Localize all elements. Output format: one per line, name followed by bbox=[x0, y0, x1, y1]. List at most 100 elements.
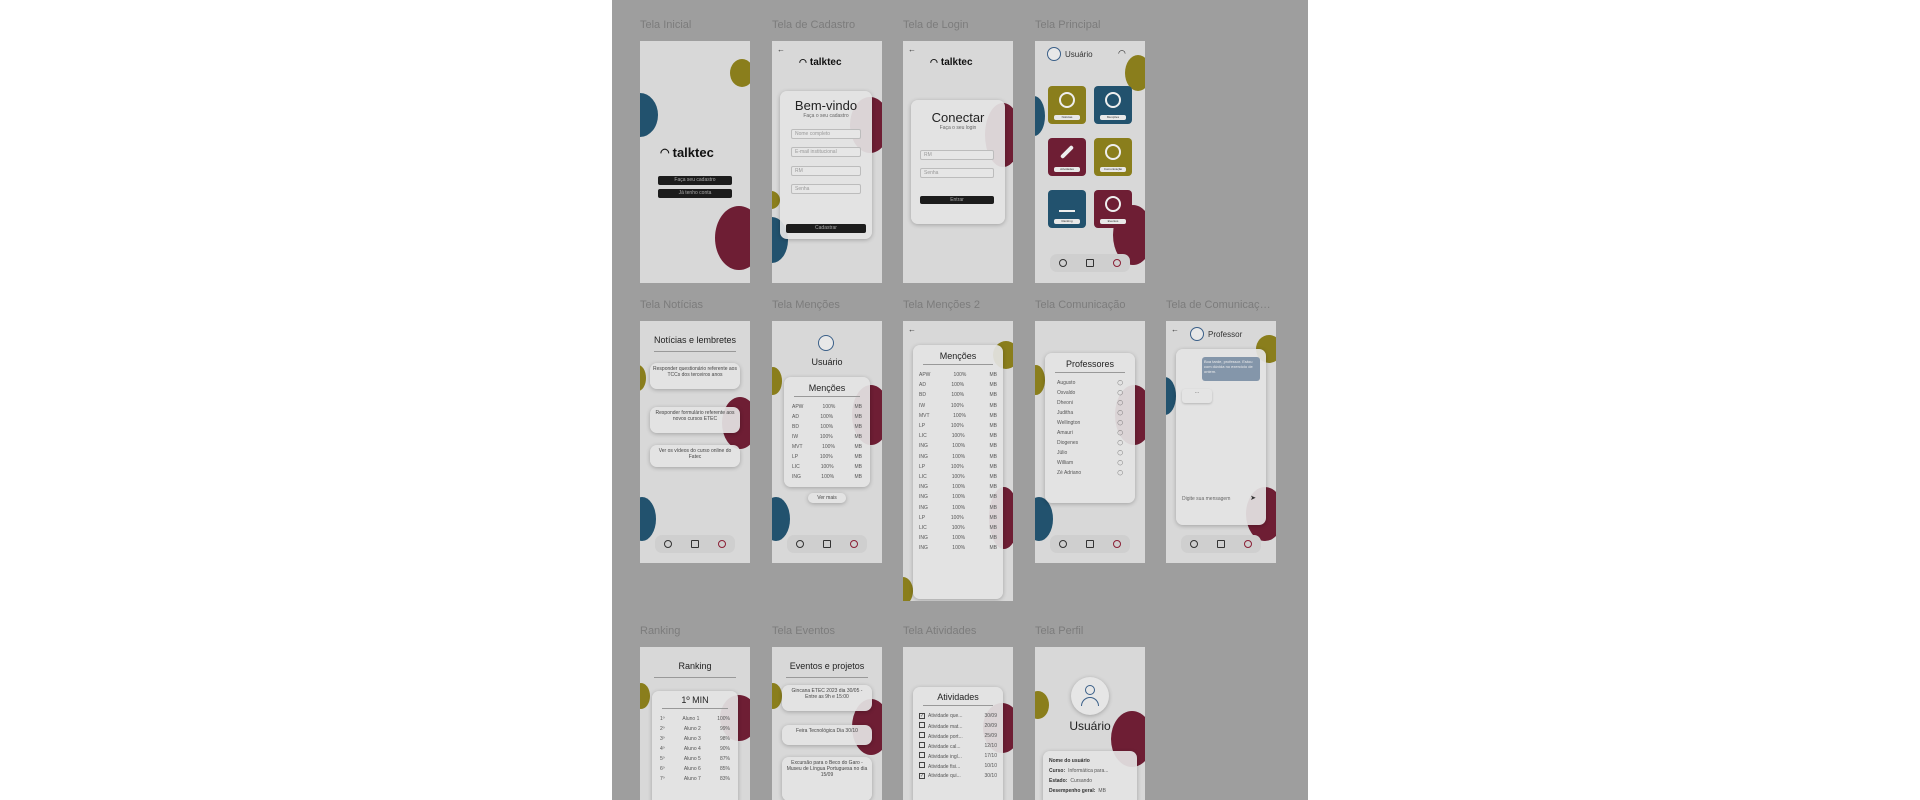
profile-icon[interactable] bbox=[1059, 259, 1068, 267]
chat-icon[interactable]: ◯ bbox=[1117, 400, 1123, 406]
back-arrow-icon[interactable]: ← bbox=[908, 45, 916, 54]
checkbox[interactable]: ✓ bbox=[919, 773, 925, 779]
frame-tela-mencoes-2[interactable]: ← Menções APW 100% MB AD 100% MB BD 100% MB IW 100… bbox=[903, 321, 1013, 601]
chat-icon[interactable] bbox=[1112, 259, 1121, 267]
profile-icon[interactable] bbox=[1190, 540, 1199, 548]
teacher-row[interactable]: Osvaldo ◯ bbox=[1057, 388, 1123, 398]
frame-tela-eventos[interactable]: Eventos e projetos Gincana ETEC 2023 dia… bbox=[772, 647, 882, 800]
teacher-row[interactable]: Wellington ◯ bbox=[1057, 418, 1123, 428]
event-item[interactable]: Excursão para o Beco do Garo - Museu de … bbox=[782, 757, 872, 800]
teacher-row[interactable]: Juditha ◯ bbox=[1057, 408, 1123, 418]
checkbox[interactable]: ✓ bbox=[919, 713, 925, 719]
chat-icon[interactable]: ◯ bbox=[1117, 420, 1123, 426]
home-icon[interactable] bbox=[1216, 540, 1225, 548]
teacher-row[interactable]: Dheoni ◯ bbox=[1057, 398, 1123, 408]
profile-icon[interactable] bbox=[664, 540, 673, 548]
chat-icon[interactable]: ◯ bbox=[1117, 380, 1123, 386]
avatar-icon[interactable] bbox=[1071, 677, 1109, 715]
profile-icon[interactable] bbox=[796, 540, 805, 548]
activity-row[interactable]: Atividade cal... 12/10 bbox=[919, 741, 997, 751]
avatar-icon[interactable] bbox=[1190, 327, 1204, 341]
news-item[interactable]: Responder questionário referente aos TCC… bbox=[650, 363, 740, 389]
rm-field[interactable]: RM bbox=[920, 150, 994, 160]
chat-icon[interactable] bbox=[717, 540, 726, 548]
signup-button[interactable]: Faça seu cadastro bbox=[658, 176, 732, 185]
activity-row[interactable]: Atividade port... 25/09 bbox=[919, 731, 997, 741]
chat-icon[interactable]: ◯ bbox=[1117, 390, 1123, 396]
frame-tela-login[interactable]: ← ◠ talktec Conectar Faça o seu login RM … bbox=[903, 41, 1013, 283]
table-cell: 100% bbox=[952, 535, 966, 542]
register-button[interactable]: Cadastrar bbox=[786, 224, 866, 233]
frame-tela-comunicacao[interactable]: Professores Augusto ◯ Osvaldo ◯ Dheoni ◯ Judit… bbox=[1035, 321, 1145, 563]
news-item[interactable]: Ver os vídeos do curso online do Fatec bbox=[650, 445, 740, 467]
event-item[interactable]: Feira Tecnológica Dia 30/10 bbox=[782, 725, 872, 745]
tile-eventos[interactable]: Eventos bbox=[1094, 190, 1132, 228]
home-icon[interactable] bbox=[1085, 259, 1094, 267]
send-icon[interactable]: ➤ bbox=[1248, 494, 1258, 504]
frame-tela-principal[interactable]: Usuário ◠ Notícias Menções Atividades Co… bbox=[1035, 41, 1145, 283]
back-arrow-icon[interactable]: ← bbox=[1171, 325, 1179, 334]
avatar-icon[interactable] bbox=[818, 335, 834, 351]
tile-comunicacao[interactable]: Comunicação bbox=[1094, 138, 1132, 176]
checkbox[interactable] bbox=[919, 752, 925, 758]
password-field[interactable]: Senha bbox=[791, 184, 861, 194]
activity-row[interactable]: Atividade fisi... 10/10 bbox=[919, 761, 997, 771]
home-icon[interactable] bbox=[1085, 540, 1094, 548]
password-field[interactable]: Senha bbox=[920, 168, 994, 178]
activity-row[interactable]: Atividade ingl... 17/10 bbox=[919, 751, 997, 761]
name-field[interactable]: Nome completo bbox=[791, 129, 861, 139]
avatar-icon[interactable] bbox=[1047, 47, 1061, 61]
frame-tela-comunicacao-2[interactable]: ← Professor Boa tarde, professor. Estou … bbox=[1166, 321, 1276, 563]
tile-mencoes[interactable]: Menções bbox=[1094, 86, 1132, 124]
teacher-row[interactable]: William ◯ bbox=[1057, 458, 1123, 468]
table-cell: MVT bbox=[919, 412, 930, 419]
chat-icon[interactable] bbox=[849, 540, 858, 548]
back-arrow-icon[interactable]: ← bbox=[908, 325, 916, 334]
frame-tela-noticias[interactable]: Notícias e lembretes Responder questioná… bbox=[640, 321, 750, 563]
frame-tela-inicial[interactable]: ◠ talktec Faça seu cadastro Já tenho con… bbox=[640, 41, 750, 283]
see-more-button[interactable]: Ver mais bbox=[808, 493, 846, 503]
frame-tela-ranking[interactable]: Ranking 1º MIN 1º Aluno 1 100% 2º Aluno 2 99%… bbox=[640, 647, 750, 800]
news-item[interactable]: Responder formulário referente aos novos… bbox=[650, 407, 740, 433]
profile-icon[interactable] bbox=[1059, 540, 1068, 548]
teacher-row[interactable]: Diogenes ◯ bbox=[1057, 438, 1123, 448]
activity-row[interactable]: ✓ Atividade qui... 30/10 bbox=[919, 771, 997, 781]
frame-tela-mencoes[interactable]: Usuário Menções APW 100% MB AD 100% MB BD 100% M… bbox=[772, 321, 882, 563]
frame-tela-perfil[interactable]: Usuário Nome do usuário Curso: Informática… bbox=[1035, 647, 1145, 800]
chat-icon[interactable]: ◯ bbox=[1117, 440, 1123, 446]
home-icon[interactable] bbox=[690, 540, 699, 548]
home-icon[interactable] bbox=[822, 540, 831, 548]
checkbox[interactable] bbox=[919, 732, 925, 738]
event-item[interactable]: Gincana ETEC 2023 dia 30/05 - Entre as 9… bbox=[782, 685, 872, 711]
chat-icon[interactable] bbox=[1243, 540, 1252, 548]
teacher-row[interactable]: Augusto ◯ bbox=[1057, 378, 1123, 388]
frame-tela-atividades[interactable]: Atividades ✓ Atividade que... 30/09 Ativida… bbox=[903, 647, 1013, 800]
frame-tela-cadastro[interactable]: ← ◠ talktec Bem-vindo Faça o seu cadastro… bbox=[772, 41, 882, 283]
login-button[interactable]: Já tenho conta bbox=[658, 189, 732, 198]
chat-icon[interactable]: ◯ bbox=[1117, 450, 1123, 456]
back-arrow-icon[interactable]: ← bbox=[777, 45, 785, 54]
teacher-row[interactable]: Zé Adriano ◯ bbox=[1057, 468, 1123, 478]
message-input[interactable]: Digite sua mensagem bbox=[1182, 494, 1246, 504]
checkbox[interactable] bbox=[919, 742, 925, 748]
tile-ranking[interactable]: Ranking bbox=[1048, 190, 1086, 228]
teacher-row[interactable]: Júlio ◯ bbox=[1057, 448, 1123, 458]
table-cell: ING bbox=[919, 535, 928, 542]
checkbox[interactable] bbox=[919, 722, 925, 728]
email-field[interactable]: E-mail institucional bbox=[791, 147, 861, 157]
activity-row[interactable]: ✓ Atividade que... 30/09 bbox=[919, 711, 997, 721]
chat-icon[interactable]: ◯ bbox=[1117, 410, 1123, 416]
rm-field[interactable]: RM bbox=[791, 166, 861, 176]
checkbox[interactable] bbox=[919, 762, 925, 768]
tile-atividades[interactable]: Atividades bbox=[1048, 138, 1086, 176]
chat-icon[interactable]: ◯ bbox=[1117, 460, 1123, 466]
table-cell: 100% bbox=[951, 433, 965, 440]
tile-noticias[interactable]: Notícias bbox=[1048, 86, 1086, 124]
chat-icon[interactable]: ◯ bbox=[1117, 470, 1123, 476]
enter-button[interactable]: Entrar bbox=[920, 196, 994, 204]
chat-icon[interactable] bbox=[1112, 540, 1121, 548]
teacher-row[interactable]: Amauri ◯ bbox=[1057, 428, 1123, 438]
table-cell: MB bbox=[989, 433, 997, 440]
chat-icon[interactable]: ◯ bbox=[1117, 430, 1123, 436]
activity-row[interactable]: Atividade mat... 20/09 bbox=[919, 721, 997, 731]
